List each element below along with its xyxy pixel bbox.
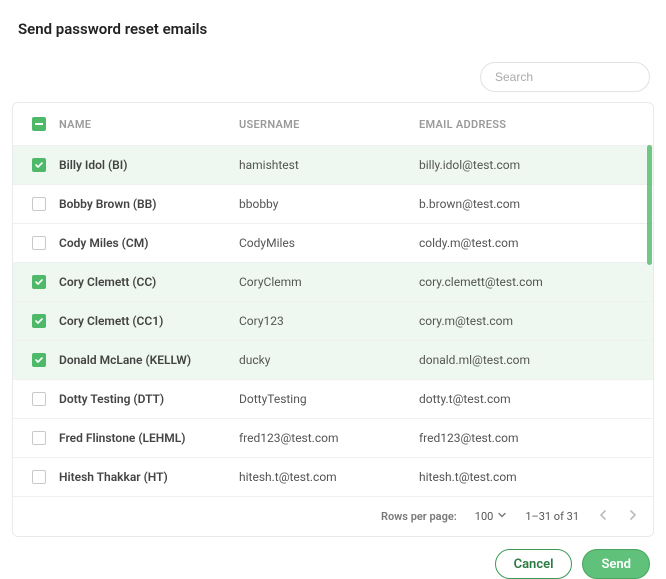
check-icon (34, 277, 44, 287)
cell-email: dotty.t@test.com (419, 392, 647, 406)
table-row[interactable]: Cory Clemett (CC1)Cory123cory.m@test.com (13, 301, 653, 340)
col-header-username: USERNAME (239, 118, 419, 131)
cell-name: Cory Clemett (CC1) (59, 314, 239, 328)
chevron-down-icon (497, 510, 507, 523)
pager-prev-button[interactable] (597, 509, 609, 525)
cell-username: CodyMiles (239, 236, 419, 250)
cancel-button[interactable]: Cancel (495, 549, 573, 579)
table-row[interactable]: Donald McLane (KELLW)duckydonald.ml@test… (13, 340, 653, 379)
cell-email: hitesh.t@test.com (419, 470, 647, 484)
row-checkbox[interactable] (32, 197, 46, 211)
user-table-panel: NAME USERNAME EMAIL ADDRESS Billy Idol (… (12, 102, 654, 537)
row-checkbox[interactable] (32, 353, 46, 367)
cell-name: Bobby Brown (BB) (59, 197, 239, 211)
cell-name: Cory Clemett (CC) (59, 275, 239, 289)
col-header-name: NAME (59, 118, 239, 131)
check-icon (34, 355, 44, 365)
chevron-left-icon (599, 509, 607, 521)
footer-actions: Cancel Send (12, 549, 654, 579)
check-icon (34, 316, 44, 326)
cell-username: CoryClemm (239, 275, 419, 289)
search-row (12, 62, 654, 92)
rows-per-page-value: 100 (475, 510, 494, 523)
row-checkbox[interactable] (32, 275, 46, 289)
cell-name: Donald McLane (KELLW) (59, 353, 239, 367)
search-input[interactable] (480, 62, 650, 92)
cell-email: b.brown@test.com (419, 197, 647, 211)
cell-email: donald.ml@test.com (419, 353, 647, 367)
cell-username: Cory123 (239, 314, 419, 328)
row-checkbox[interactable] (32, 431, 46, 445)
cell-username: bbobby (239, 197, 419, 211)
table-row[interactable]: Dotty Testing (DTT)DottyTestingdotty.t@t… (13, 379, 653, 418)
cell-email: cory.m@test.com (419, 314, 647, 328)
indeterminate-icon (35, 123, 43, 125)
table-row[interactable]: Billy Idol (BI)hamishtestbilly.idol@test… (13, 145, 653, 184)
table-row[interactable]: Hitesh Thakkar (HT)hitesh.t@test.comhite… (13, 457, 653, 496)
row-checkbox[interactable] (32, 236, 46, 250)
row-checkbox[interactable] (32, 392, 46, 406)
table-header: NAME USERNAME EMAIL ADDRESS (13, 103, 653, 145)
cell-email: cory.clemett@test.com (419, 275, 647, 289)
table-row[interactable]: Cody Miles (CM)CodyMilescoldy.m@test.com (13, 223, 653, 262)
page-title: Send password reset emails (18, 20, 654, 38)
table-body: Billy Idol (BI)hamishtestbilly.idol@test… (13, 145, 653, 496)
check-icon (34, 160, 44, 170)
send-button[interactable]: Send (582, 549, 650, 579)
cell-name: Cody Miles (CM) (59, 236, 239, 250)
table-row[interactable]: Cory Clemett (CC)CoryClemmcory.clemett@t… (13, 262, 653, 301)
row-checkbox[interactable] (32, 158, 46, 172)
rows-per-page-select[interactable]: 100 (475, 510, 508, 523)
cell-username: hitesh.t@test.com (239, 470, 419, 484)
cell-name: Fred Flinstone (LEHML) (59, 431, 239, 445)
row-checkbox[interactable] (32, 470, 46, 484)
cell-name: Hitesh Thakkar (HT) (59, 470, 239, 484)
table-row[interactable]: Fred Flinstone (LEHML)fred123@test.comfr… (13, 418, 653, 457)
cell-username: ducky (239, 353, 419, 367)
pager-range: 1–31 of 31 (525, 510, 579, 523)
table-row[interactable]: Bobby Brown (BB)bbobbyb.brown@test.com (13, 184, 653, 223)
cell-username: DottyTesting (239, 392, 419, 406)
chevron-right-icon (629, 509, 637, 521)
pager-next-button[interactable] (627, 509, 639, 525)
cell-name: Dotty Testing (DTT) (59, 392, 239, 406)
scrollbar-thumb[interactable] (647, 145, 652, 265)
rows-per-page-label: Rows per page: (381, 510, 457, 523)
cell-email: fred123@test.com (419, 431, 647, 445)
cell-username: fred123@test.com (239, 431, 419, 445)
cell-username: hamishtest (239, 158, 419, 172)
cell-name: Billy Idol (BI) (59, 158, 239, 172)
col-header-email: EMAIL ADDRESS (419, 118, 647, 131)
cell-email: coldy.m@test.com (419, 236, 647, 250)
row-checkbox[interactable] (32, 314, 46, 328)
pager: Rows per page: 100 1–31 of 31 (13, 496, 653, 536)
cell-email: billy.idol@test.com (419, 158, 647, 172)
select-all-checkbox[interactable] (32, 117, 46, 131)
